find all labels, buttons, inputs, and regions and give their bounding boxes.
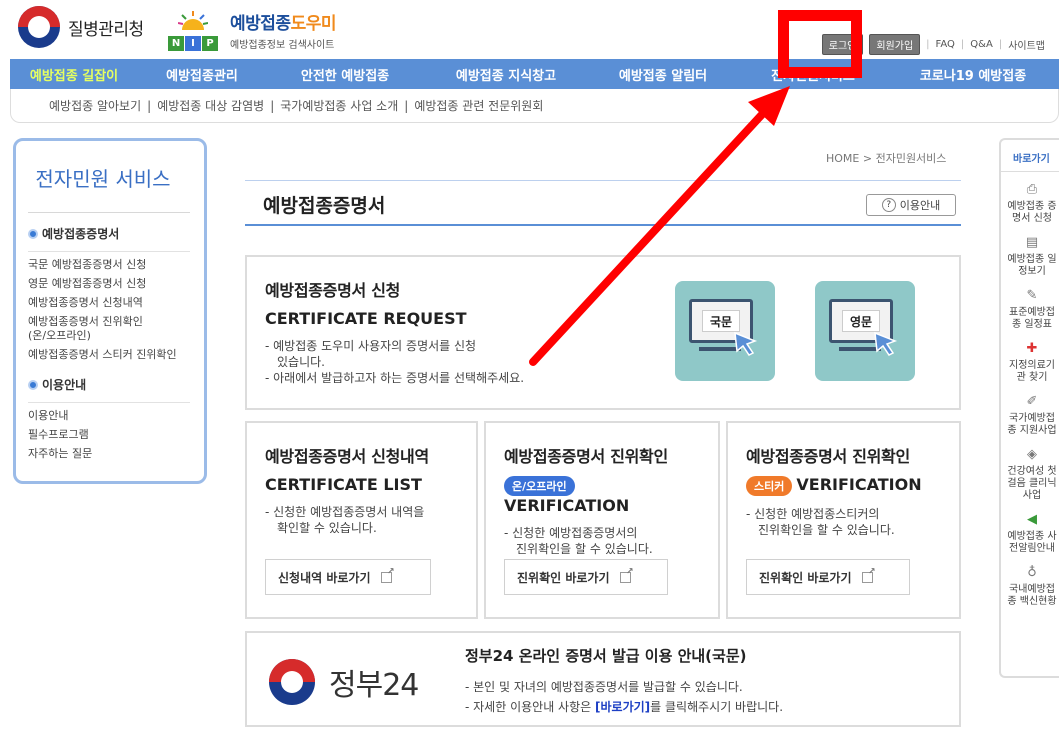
- sticker-en-title: 스티커 VERIFICATION: [746, 475, 941, 496]
- sidebar-title: 전자민원 서비스: [28, 141, 190, 213]
- gov24-panel: 정부24 정부24 온라인 증명서 발급 이용 안내(국문) - 본인 및 자녀…: [245, 631, 961, 727]
- nip-letter: I: [185, 36, 201, 51]
- gov24-shortcut-link[interactable]: [바로가기]: [595, 700, 650, 714]
- cursor-icon: [874, 331, 898, 356]
- external-link-icon: [861, 567, 876, 583]
- list-link-button[interactable]: 신청내역 바로가기: [265, 559, 431, 595]
- quick-item-standard[interactable]: ✎ 표준예방접종 일정표: [1001, 288, 1059, 331]
- syringe-icon: ✎: [1026, 288, 1038, 303]
- box-icon: ◈: [1027, 447, 1037, 462]
- quick-menu: 바로가기 ⎙ 예방접종 증명서 신청 ▤ 예방접종 일정보기 ✎ 표준예방접종 일정표…: [999, 138, 1059, 678]
- sticker-badge: 스티커: [746, 475, 793, 496]
- sidebar-item-programs[interactable]: 필수프로그램: [28, 428, 204, 442]
- nip-letter: P: [202, 36, 218, 51]
- list-en-title: CERTIFICATE LIST: [265, 475, 422, 494]
- divider: [245, 180, 961, 181]
- certificate-list-panel: 예방접종증명서 신청내역 CERTIFICATE LIST - 신청한 예방접종…: [245, 421, 478, 619]
- speaker-icon: ◀: [1027, 512, 1037, 527]
- bullet-icon: [28, 379, 38, 390]
- sub-navigation: 예방접종 알아보기 | 예방접종 대상 감염병 | 국가예방접종 사업 소개 | 예방…: [10, 89, 1059, 123]
- sidebar-item-en-request[interactable]: 영문 예방접종증명서 신청: [28, 277, 204, 291]
- qna-link[interactable]: Q&A: [970, 39, 993, 50]
- quick-item-schedule[interactable]: ▤ 예방접종 일정보기: [1001, 235, 1059, 278]
- page-title: 예방접종증명서: [263, 195, 386, 217]
- verify-title: 예방접종증명서 진위확인: [504, 447, 668, 466]
- korean-label: 국문: [702, 310, 740, 332]
- faq-link[interactable]: FAQ: [936, 39, 955, 50]
- gnb-item-covid[interactable]: 코로나19 예방접종: [888, 65, 1058, 84]
- printer-icon: ⎙: [1026, 182, 1038, 197]
- sticker-title: 예방접종증명서 진위확인: [746, 447, 910, 466]
- subnav-item[interactable]: 예방접종 대상 감염병: [157, 97, 264, 114]
- gnb-item-guide[interactable]: 예방접종 길잡이: [10, 65, 138, 84]
- hospital-icon: ✚: [1026, 341, 1038, 356]
- quick-item-clinic[interactable]: ✚ 지정의료기관 찾기: [1001, 341, 1059, 384]
- taeguk-icon: [18, 6, 60, 48]
- join-button[interactable]: 회원가입: [869, 34, 921, 55]
- sidebar-item-guide[interactable]: 이용안내: [28, 409, 204, 423]
- quick-item-support[interactable]: ✐ 국가예방접종 지원사업: [1001, 394, 1059, 437]
- subnav-item[interactable]: 국가예방접종 사업 소개: [280, 97, 398, 114]
- calendar-icon: ▤: [1025, 235, 1039, 250]
- external-link-icon: [619, 567, 634, 583]
- sitemap-link[interactable]: 사이트맵: [1008, 37, 1045, 52]
- breadcrumb: HOME > 전자민원서비스: [826, 152, 947, 165]
- subnav-item[interactable]: 예방접종 관련 전문위원회: [414, 97, 543, 114]
- login-highlight-box: [778, 10, 862, 78]
- english-label: 영문: [842, 310, 880, 332]
- list-title: 예방접종증명서 신청내역: [265, 447, 429, 466]
- sidebar-section-certificate[interactable]: 예방접종증명서: [28, 225, 204, 242]
- quick-item-certificate[interactable]: ⎙ 예방접종 증명서 신청: [1001, 182, 1059, 225]
- sidebar-item-history[interactable]: 예방접종증명서 신청내역: [28, 296, 204, 310]
- gov24-desc: - 본인 및 자녀의 예방접종증명서를 발급할 수 있습니다. - 자세한 이용…: [465, 680, 784, 714]
- verify-link-button[interactable]: 진위확인 바로가기: [504, 559, 668, 595]
- english-certificate-button[interactable]: 영문: [815, 281, 915, 381]
- nip-sun-icon: N I P: [168, 8, 220, 52]
- kdca-logo[interactable]: 질병관리청: [18, 6, 144, 48]
- quick-item-women[interactable]: ◈ 건강여성 첫걸음 클리닉사업: [1001, 447, 1059, 502]
- site-subtitle: 예방접종정보 검색사이트: [230, 40, 335, 51]
- sticker-verification-panel: 예방접종증명서 진위확인 스티커 VERIFICATION - 신청한 예방접종스…: [726, 421, 961, 619]
- verify-en-title: 온/오프라인VERIFICATION: [504, 475, 700, 515]
- title-underline: [245, 224, 961, 226]
- site-title: 예방접종도우미: [230, 14, 336, 34]
- verify-desc: - 신청한 예방접종증명서의 진위확인을 할 수 있습니다.: [504, 525, 653, 556]
- sidebar-item-sticker-verify[interactable]: 예방접종증명서 스티커 진위확인: [28, 348, 204, 362]
- quick-item-vaccine[interactable]: ♁ 국내예방접종 백신현황: [1001, 565, 1059, 608]
- sidebar-item-faq[interactable]: 자주하는 질문: [28, 447, 204, 461]
- sidebar-section-guide[interactable]: 이용안내: [28, 376, 204, 393]
- sidebar-item-kr-request[interactable]: 국문 예방접종증명서 신청: [28, 258, 204, 272]
- org-name: 질병관리청: [68, 19, 144, 40]
- sticker-link-button[interactable]: 진위확인 바로가기: [746, 559, 910, 595]
- quick-item-alert[interactable]: ◀ 예방접종 사전알림안내: [1001, 512, 1059, 555]
- gnb-item-knowledge[interactable]: 예방접종 지식창고: [424, 65, 588, 84]
- nip-letter: N: [168, 36, 184, 51]
- verification-panel: 예방접종증명서 진위확인 온/오프라인VERIFICATION - 신청한 예방…: [484, 421, 720, 619]
- subnav-item[interactable]: 예방접종 알아보기: [49, 97, 141, 114]
- vial-icon: ♁: [1027, 565, 1037, 580]
- gov24-title: 정부24 온라인 증명서 발급 이용 안내(국문): [465, 647, 747, 665]
- list-desc: - 신청한 예방접종증명서 내역을 확인할 수 있습니다.: [265, 505, 425, 535]
- gnb-item-management[interactable]: 예방접종관리: [138, 65, 266, 84]
- gov24-logo[interactable]: 정부24: [269, 659, 419, 705]
- site-logo[interactable]: N I P 예방접종도우미 예방접종정보 검색사이트: [168, 8, 336, 52]
- guide-button[interactable]: ? 이용안내: [866, 194, 956, 216]
- left-sidebar: 전자민원 서비스 예방접종증명서 국문 예방접종증명서 신청 영문 예방접종증명…: [13, 138, 207, 484]
- document-icon: ✐: [1026, 394, 1038, 409]
- gnb-item-safety[interactable]: 안전한 예방접종: [266, 65, 424, 84]
- quick-menu-title: 바로가기: [1001, 140, 1059, 172]
- external-link-icon: [380, 567, 395, 583]
- bullet-icon: [28, 228, 38, 239]
- cursor-icon: [734, 331, 758, 356]
- sticker-desc: - 신청한 예방접종스티커의 진위확인을 할 수 있습니다.: [746, 506, 895, 537]
- certificate-request-panel: 예방접종증명서 신청 CERTIFICATE REQUEST - 예방접종 도우…: [245, 255, 961, 410]
- korean-certificate-button[interactable]: 국문: [675, 281, 775, 381]
- sidebar-item-verify[interactable]: 예방접종증명서 진위확인 (온/오프라인): [28, 315, 158, 343]
- online-badge: 온/오프라인: [504, 475, 575, 496]
- gnb-item-notice[interactable]: 예방접종 알림터: [588, 65, 738, 84]
- question-icon: ?: [881, 198, 896, 212]
- gov24-emblem-icon: [269, 659, 315, 705]
- main-navigation: 예방접종 길잡이 예방접종관리 안전한 예방접종 예방접종 지식창고 예방접종 …: [10, 59, 1059, 89]
